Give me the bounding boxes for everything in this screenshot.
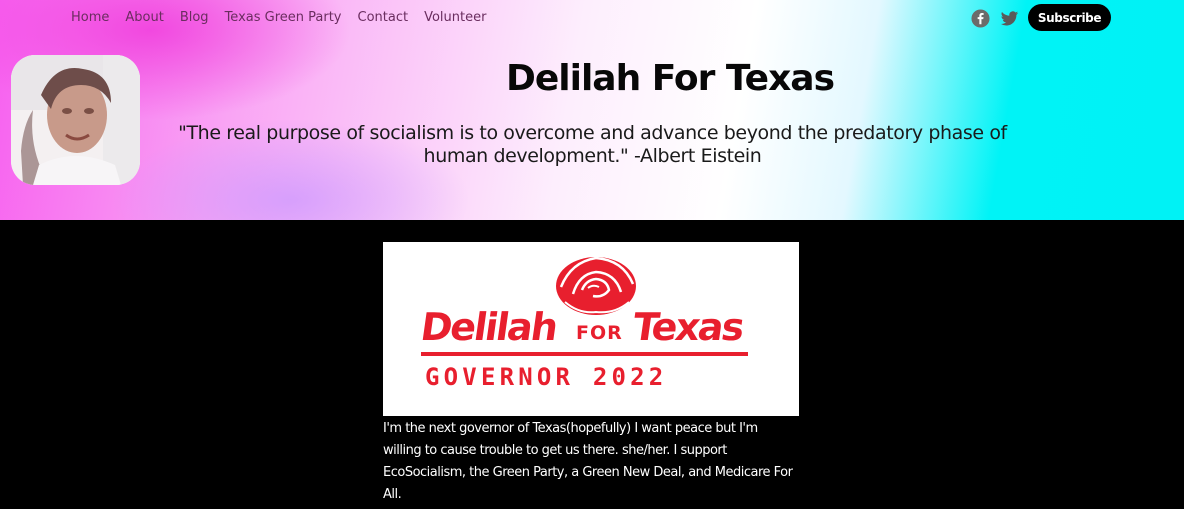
avatar: [11, 55, 140, 185]
facebook-icon[interactable]: [971, 9, 990, 28]
logo-name-left: Delilah: [418, 306, 559, 350]
nav-volunteer-link[interactable]: Volunteer: [424, 9, 486, 27]
nav-blog-link[interactable]: Blog: [180, 9, 209, 27]
nav-home-link[interactable]: Home: [71, 9, 109, 27]
rose-icon: [556, 256, 636, 315]
site-title: Delilah For Texas: [505, 58, 835, 99]
site-header: Home About Blog Texas Green Party Contac…: [0, 0, 1184, 220]
nav-texas-green-party-link[interactable]: Texas Green Party: [225, 9, 342, 27]
nav-contact-link[interactable]: Contact: [358, 9, 409, 27]
logo-for-text: FOR: [576, 322, 623, 344]
social-links: [971, 9, 1019, 28]
header-quote: "The real purpose of socialism is to ove…: [178, 122, 1007, 167]
main-nav: Home About Blog Texas Green Party Contac…: [71, 9, 486, 27]
nav-about-link[interactable]: About: [125, 9, 163, 27]
subscribe-button[interactable]: Subscribe: [1028, 4, 1111, 31]
logo-underline: [421, 352, 748, 356]
campaign-logo: Delilah Texas FOR GOVERNOR 2022: [383, 242, 799, 416]
twitter-icon[interactable]: [1000, 9, 1019, 28]
logo-name-right: Texas: [630, 306, 746, 350]
bio-text: I'm the next governor of Texas(hopefully…: [383, 421, 793, 502]
logo-tagline: GOVERNOR 2022: [425, 363, 667, 391]
